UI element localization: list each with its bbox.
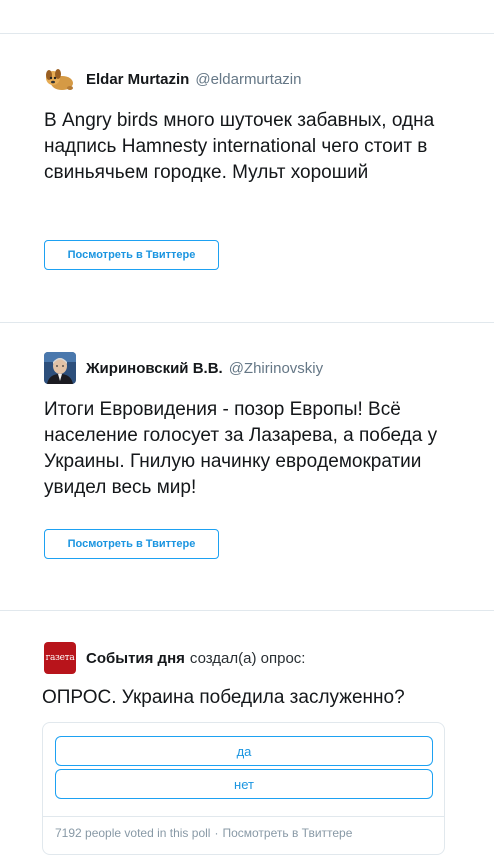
author-name[interactable]: Eldar Murtazin: [86, 71, 189, 88]
author-handle[interactable]: @Zhirinovskiy: [229, 360, 323, 377]
tweet-header: газета События дня создал(а) опрос:: [44, 642, 305, 674]
poll-footer: 7192 people voted in this poll · Посмотрет…: [55, 826, 352, 840]
author-name[interactable]: События дня: [86, 650, 185, 667]
tweet-text: Итоги Евровидения - позор Европы! Всё на…: [44, 399, 438, 498]
avatar[interactable]: газета: [44, 642, 76, 674]
avatar[interactable]: [44, 63, 76, 95]
poll-view-link[interactable]: Посмотреть в Твиттере: [222, 826, 352, 840]
poll-option-yes[interactable]: да: [55, 736, 433, 766]
tweet-text: В Angry birds много шуточек забавных, од…: [44, 110, 435, 183]
cartoon-dog-avatar-icon: [44, 63, 76, 95]
poll-action-text: создал(а) опрос:: [189, 649, 306, 667]
footer-dot: ·: [214, 826, 219, 840]
poll-question: ОПРОС. Украина победила заслуженно?: [42, 687, 405, 708]
tweet-header: Eldar Murtazin @eldarmurtazin: [44, 63, 301, 95]
author-handle[interactable]: @eldarmurtazin: [195, 71, 301, 88]
avatar-logo-text: газета: [45, 653, 75, 663]
poll-votes-count: 7192 people voted in this poll: [55, 826, 211, 840]
view-on-twitter-button[interactable]: Посмотреть в Твиттере: [44, 529, 219, 559]
top-divider: [0, 33, 494, 34]
poll-separator: [43, 816, 444, 817]
tweet-header: Жириновский В.В. @Zhirinovskiy: [44, 352, 323, 384]
tweet-divider-2: [0, 610, 494, 611]
tweet-divider-1: [0, 322, 494, 323]
view-on-twitter-button[interactable]: Посмотреть в Твиттере: [44, 240, 219, 270]
avatar[interactable]: [44, 352, 76, 384]
poll-box: да нет 7192 people voted in this poll · По…: [42, 722, 445, 855]
portrait-avatar-icon: [44, 352, 76, 384]
poll-option-no[interactable]: нет: [55, 769, 433, 799]
author-name[interactable]: Жириновский В.В.: [86, 360, 223, 377]
